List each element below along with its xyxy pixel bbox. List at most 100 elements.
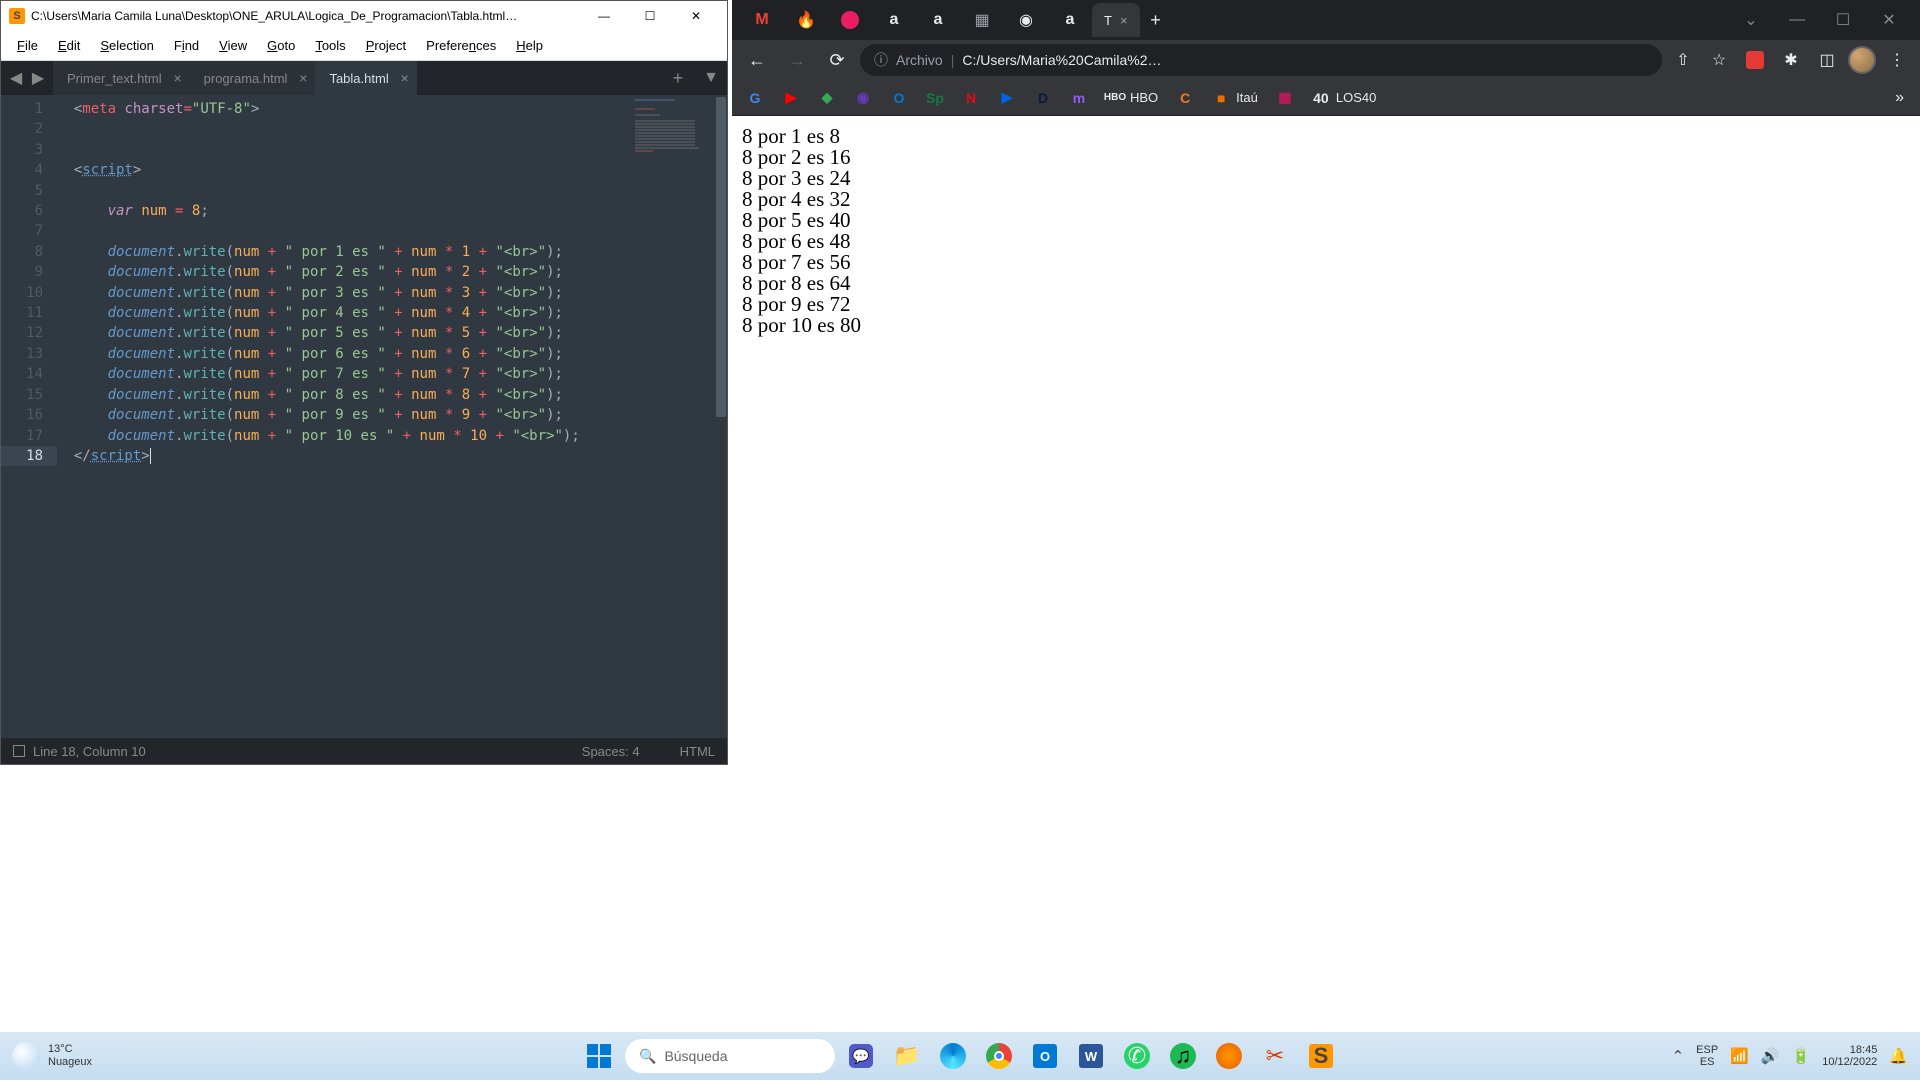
cursor-position: Line 18, Column 10 — [33, 744, 146, 759]
address-bar[interactable]: ⓘ Archivo | C:/Users/Maria%20Camila%2… — [860, 44, 1662, 76]
close-icon[interactable]: × — [1120, 13, 1128, 28]
task-outlook-icon[interactable]: O — [1025, 1036, 1065, 1076]
menu-find[interactable]: Find — [164, 34, 209, 57]
line-gutter: 123456789101112131415161718 — [1, 95, 57, 738]
minimize-button[interactable]: — — [581, 1, 627, 31]
sidepanel-icon[interactable]: ◫ — [1812, 45, 1842, 75]
scrollbar-vertical[interactable] — [715, 95, 727, 738]
share-icon[interactable]: ⇧ — [1668, 45, 1698, 75]
editor[interactable]: 123456789101112131415161718 <meta charse… — [1, 95, 727, 738]
task-chrome-icon[interactable] — [979, 1036, 1019, 1076]
extensions-icon[interactable]: ✱ — [1776, 45, 1806, 75]
bookmark-cr[interactable]: C — [1170, 85, 1200, 111]
close-button[interactable]: ✕ — [1866, 4, 1912, 36]
bookmark-google[interactable]: G — [740, 85, 770, 111]
extension-ublock-icon[interactable] — [1740, 45, 1770, 75]
syntax-setting[interactable]: HTML — [680, 744, 715, 759]
maps-icon: ◆ — [818, 89, 836, 107]
tab-grid[interactable]: ▦ — [962, 4, 1002, 36]
tab-nav-back[interactable]: ◀ — [5, 64, 27, 92]
task-word-icon[interactable]: W — [1071, 1036, 1111, 1076]
hbo-icon: HBO — [1106, 89, 1124, 107]
taskbar-search[interactable]: 🔍 Búsqueda — [625, 1039, 835, 1073]
battery-icon[interactable]: 🔋 — [1792, 1047, 1811, 1065]
task-edge-icon[interactable] — [933, 1036, 973, 1076]
tab-active[interactable]: T × — [1092, 3, 1140, 37]
tab-globe[interactable]: ◉ — [1006, 4, 1046, 36]
menu-view[interactable]: View — [209, 34, 257, 57]
tab-nav-forward[interactable]: ▶ — [27, 64, 49, 92]
close-button[interactable]: ✕ — [673, 1, 719, 31]
bookmark-itau[interactable]: ■Itaú — [1206, 85, 1264, 111]
menu-icon[interactable]: ⋮ — [1882, 45, 1912, 75]
back-button[interactable]: ← — [740, 43, 774, 77]
bookmark-sp[interactable]: Sp — [920, 85, 950, 111]
bookmark-maps[interactable]: ◆ — [812, 85, 842, 111]
bookmark-disney[interactable]: ▶ — [992, 85, 1022, 111]
bookmark-misc[interactable]: ▦ — [1270, 85, 1300, 111]
volume-icon[interactable]: 🔊 — [1761, 1047, 1780, 1065]
close-icon[interactable]: × — [299, 70, 307, 86]
menu-file[interactable]: File — [7, 34, 48, 57]
menu-project[interactable]: Project — [356, 34, 416, 57]
bookmark-netflix[interactable]: N — [956, 85, 986, 111]
menu-preferences[interactable]: Preferences — [416, 34, 506, 57]
tab-fire[interactable]: 🔥 — [786, 4, 826, 36]
bookmark-mon[interactable]: m — [1064, 85, 1094, 111]
outlook-icon: O — [890, 89, 908, 107]
tab-dropdown[interactable]: ▼ — [695, 69, 727, 87]
minimize-button[interactable]: — — [1774, 4, 1820, 36]
new-tab-button[interactable]: + — [1140, 10, 1172, 31]
tab-programa[interactable]: programa.html× — [190, 61, 316, 95]
maximize-button[interactable]: ☐ — [627, 1, 673, 31]
window-title: C:\Users\Maria Camila Luna\Desktop\ONE_A… — [31, 9, 581, 23]
tab-a1[interactable]: a — [874, 4, 914, 36]
tab-a3[interactable]: a — [1050, 4, 1090, 36]
status-checkbox[interactable] — [13, 745, 25, 757]
tab-primer-text[interactable]: Primer_text.html× — [53, 61, 190, 95]
notifications-icon[interactable]: 🔔 — [1889, 1047, 1908, 1065]
menu-tools[interactable]: Tools — [305, 34, 355, 57]
minimap[interactable] — [635, 99, 715, 199]
code-content[interactable]: <meta charset="UTF-8"> <script> var num … — [57, 95, 727, 738]
bookmark-outlook[interactable]: O — [884, 85, 914, 111]
task-spotify-icon[interactable]: ♫ — [1163, 1036, 1203, 1076]
start-button[interactable] — [579, 1036, 619, 1076]
menu-goto[interactable]: Goto — [257, 34, 305, 57]
menu-help[interactable]: Help — [506, 34, 553, 57]
menu-selection[interactable]: Selection — [90, 34, 163, 57]
profile-avatar[interactable] — [1848, 46, 1876, 74]
close-icon[interactable]: × — [401, 70, 409, 86]
tab-search-button[interactable]: ⌄ — [1728, 4, 1774, 36]
task-snip-icon[interactable]: ✂ — [1255, 1036, 1295, 1076]
close-icon[interactable]: × — [173, 70, 181, 86]
reload-button[interactable]: ⟳ — [820, 43, 854, 77]
task-chat-icon[interactable]: 💬 — [841, 1036, 881, 1076]
new-tab-button[interactable]: + — [661, 68, 696, 89]
bookmarks-overflow[interactable]: » — [1887, 85, 1912, 111]
forward-button[interactable]: → — [780, 43, 814, 77]
tab-tabla[interactable]: Tabla.html× — [315, 61, 416, 95]
bookmark-hbo[interactable]: HBOHBO — [1100, 85, 1164, 111]
system-tray: ⌃ ESP ES 📶 🔊 🔋 18:45 10/12/2022 🔔 — [1672, 1044, 1908, 1068]
clock[interactable]: 18:45 10/12/2022 — [1822, 1044, 1877, 1068]
task-whatsapp-icon[interactable]: ✆ — [1117, 1036, 1157, 1076]
weather-widget[interactable]: 13°C Nuageux — [12, 1042, 92, 1070]
bookmark-los40[interactable]: 40LOS40 — [1306, 85, 1382, 111]
bookmark-dplus[interactable]: D — [1028, 85, 1058, 111]
wifi-icon[interactable]: 📶 — [1730, 1047, 1749, 1065]
task-firefox-icon[interactable] — [1209, 1036, 1249, 1076]
indent-setting[interactable]: Spaces: 4 — [582, 744, 640, 759]
bookmark-youtube[interactable]: ▶ — [776, 85, 806, 111]
bookmark-star-icon[interactable]: ☆ — [1704, 45, 1734, 75]
menu-edit[interactable]: Edit — [48, 34, 90, 57]
tab-circle[interactable] — [830, 4, 870, 36]
tab-a2[interactable]: a — [918, 4, 958, 36]
maximize-button[interactable]: ☐ — [1820, 4, 1866, 36]
tray-overflow-icon[interactable]: ⌃ — [1672, 1047, 1685, 1065]
language-indicator[interactable]: ESP ES — [1696, 1044, 1718, 1068]
task-sublime-icon[interactable]: S — [1301, 1036, 1341, 1076]
bookmark-app1[interactable]: ◉ — [848, 85, 878, 111]
task-explorer-icon[interactable]: 📁 — [887, 1036, 927, 1076]
tab-gmail[interactable]: M — [742, 4, 782, 36]
